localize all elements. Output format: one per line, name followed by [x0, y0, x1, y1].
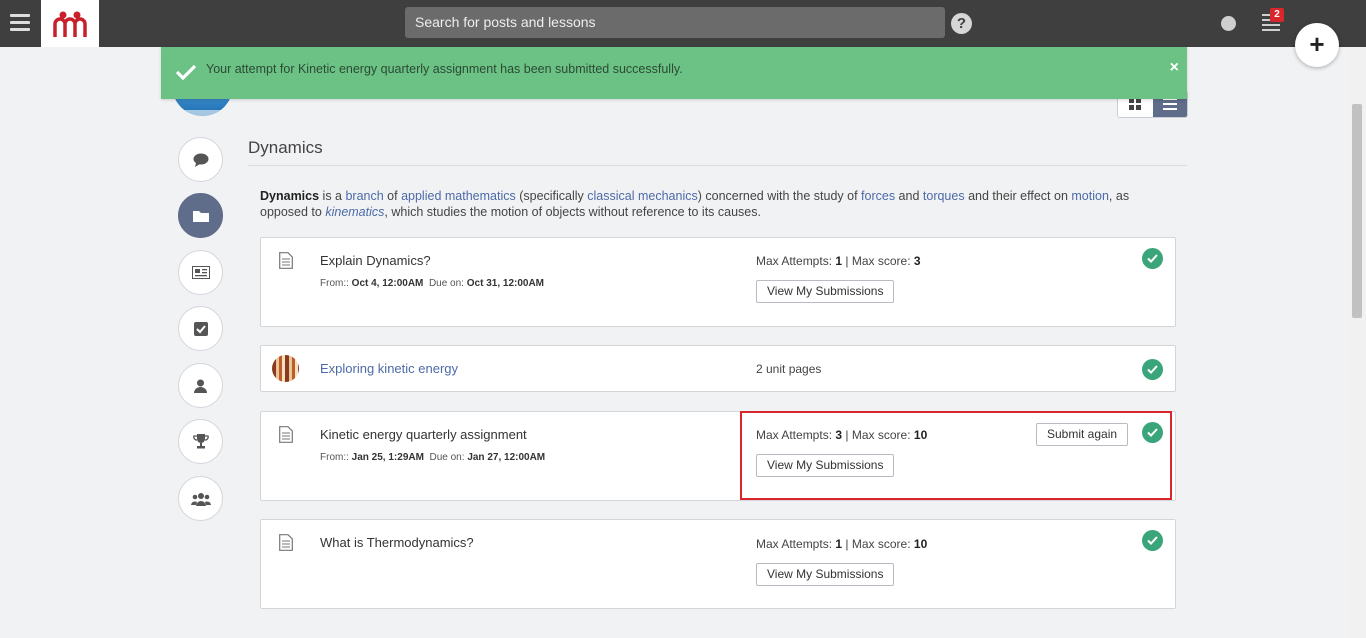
globe-icon[interactable]: [1221, 16, 1236, 31]
scrollbar-thumb[interactable]: [1352, 104, 1362, 318]
completed-check-icon: [1142, 359, 1163, 380]
score-value: 10: [913, 537, 928, 551]
document-icon: [279, 252, 293, 269]
item-title[interactable]: What is Thermodynamics?: [320, 535, 474, 550]
search-input[interactable]: Search for posts and lessons: [405, 7, 945, 38]
list-item: Exploring kinetic energy 2 unit pages: [260, 345, 1176, 392]
user-icon: [194, 379, 207, 393]
lesson-thumbnail: [272, 355, 299, 382]
link-torques[interactable]: torques: [923, 189, 965, 203]
notification-badge: 2: [1270, 8, 1284, 22]
item-title[interactable]: Exploring kinetic energy: [320, 361, 458, 376]
app-logo[interactable]: [41, 0, 99, 47]
from-date: Jan 25, 1:29AM: [351, 452, 424, 463]
sidenav-achievements[interactable]: [178, 419, 223, 464]
attempts-value: 1: [835, 254, 843, 268]
view-submissions-button[interactable]: View My Submissions: [756, 454, 895, 477]
list-item: Explain Dynamics? From:: Oct 4, 12:00AM …: [260, 237, 1176, 327]
score-label: Max score:: [851, 428, 911, 442]
checkbox-icon: [193, 321, 208, 336]
item-dates: From:: Jan 25, 1:29AM Due on: Jan 27, 12…: [320, 452, 545, 463]
view-submissions-button[interactable]: View My Submissions: [756, 280, 895, 303]
document-icon: [279, 426, 293, 443]
score-value: 3: [913, 254, 921, 268]
attempts-label: Max Attempts:: [756, 428, 833, 442]
from-date: Oct 4, 12:00AM: [351, 278, 424, 289]
divider: [248, 165, 1187, 166]
due-date: Oct 31, 12:00AM: [466, 278, 545, 289]
sidenav-profile[interactable]: [178, 363, 223, 408]
item-meta: Max Attempts: 3 | Max score: 10: [756, 428, 928, 442]
item-meta: Max Attempts: 1 | Max score: 3: [756, 254, 921, 268]
completed-check-icon: [1142, 422, 1163, 443]
desc-text: ) concerned with the study of: [697, 189, 862, 203]
section-description: Dynamics is a branch of applied mathemat…: [260, 188, 1175, 220]
group-icon: [190, 492, 211, 506]
view-submissions-button[interactable]: View My Submissions: [756, 563, 895, 586]
link-motion[interactable]: motion: [1071, 189, 1109, 203]
score-value: 10: [913, 428, 928, 442]
desc-text: and their effect on: [964, 189, 1072, 203]
add-button[interactable]: +: [1295, 23, 1339, 67]
attempts-value: 3: [835, 428, 843, 442]
due-label: Due on:: [428, 278, 464, 289]
desc-text: (specifically: [515, 189, 588, 203]
banner-message: Your attempt for Kinetic energy quarterl…: [206, 62, 683, 76]
logo-icon: [53, 11, 87, 37]
item-title[interactable]: Explain Dynamics?: [320, 253, 431, 268]
close-icon[interactable]: ×: [1170, 59, 1179, 77]
sidenav-folder[interactable]: [178, 193, 223, 238]
attempts-value: 1: [835, 537, 843, 551]
sidenav-news[interactable]: [178, 250, 223, 295]
completed-check-icon: [1142, 248, 1163, 269]
list-item: What is Thermodynamics? Max Attempts: 1 …: [260, 519, 1176, 609]
link-kinematics[interactable]: kinematics: [325, 205, 384, 219]
completed-check-icon: [1142, 530, 1163, 551]
score-label: Max score:: [851, 537, 911, 551]
chat-bubble-icon: [193, 153, 208, 167]
top-bar: Search for posts and lessons ? 2: [0, 0, 1366, 47]
hamburger-menu-icon[interactable]: [10, 14, 30, 32]
from-label: From::: [320, 452, 349, 463]
desc-text: is a: [319, 189, 346, 203]
score-label: Max score:: [851, 254, 911, 268]
newspaper-icon: [191, 266, 210, 279]
link-branch[interactable]: branch: [345, 189, 383, 203]
due-label: Due on:: [429, 452, 465, 463]
item-dates: From:: Oct 4, 12:00AM Due on: Oct 31, 12…: [320, 278, 544, 289]
link-forces[interactable]: forces: [861, 189, 895, 203]
desc-text: and: [895, 189, 923, 203]
attempts-label: Max Attempts:: [756, 537, 833, 551]
page-title: Dynamics: [248, 138, 323, 157]
submit-again-button[interactable]: Submit again: [1036, 423, 1129, 446]
link-applied-mathematics[interactable]: applied mathematics: [401, 189, 516, 203]
sidenav-tasks[interactable]: [178, 306, 223, 351]
document-icon: [279, 534, 293, 551]
list-item: Kinetic energy quarterly assignment From…: [260, 411, 1176, 501]
trophy-icon: [192, 434, 209, 449]
folder-icon: [192, 211, 209, 222]
checkmark-icon: [175, 64, 197, 81]
from-label: From::: [320, 278, 349, 289]
unit-pages: 2 unit pages: [756, 362, 822, 376]
link-classical-mechanics[interactable]: classical mechanics: [587, 189, 697, 203]
item-meta: Max Attempts: 1 | Max score: 10: [756, 537, 928, 551]
sidenav-discussion[interactable]: [178, 137, 223, 182]
sidenav-group[interactable]: [178, 476, 223, 521]
desc-text: of: [383, 189, 402, 203]
due-date: Jan 27, 12:00AM: [467, 452, 546, 463]
success-banner: Your attempt for Kinetic energy quarterl…: [161, 47, 1187, 99]
desc-text: , which studies the motion of objects wi…: [384, 205, 761, 219]
attempts-label: Max Attempts:: [756, 254, 833, 268]
desc-term: Dynamics: [260, 189, 320, 203]
help-icon[interactable]: ?: [951, 13, 972, 34]
item-title[interactable]: Kinetic energy quarterly assignment: [320, 427, 527, 442]
